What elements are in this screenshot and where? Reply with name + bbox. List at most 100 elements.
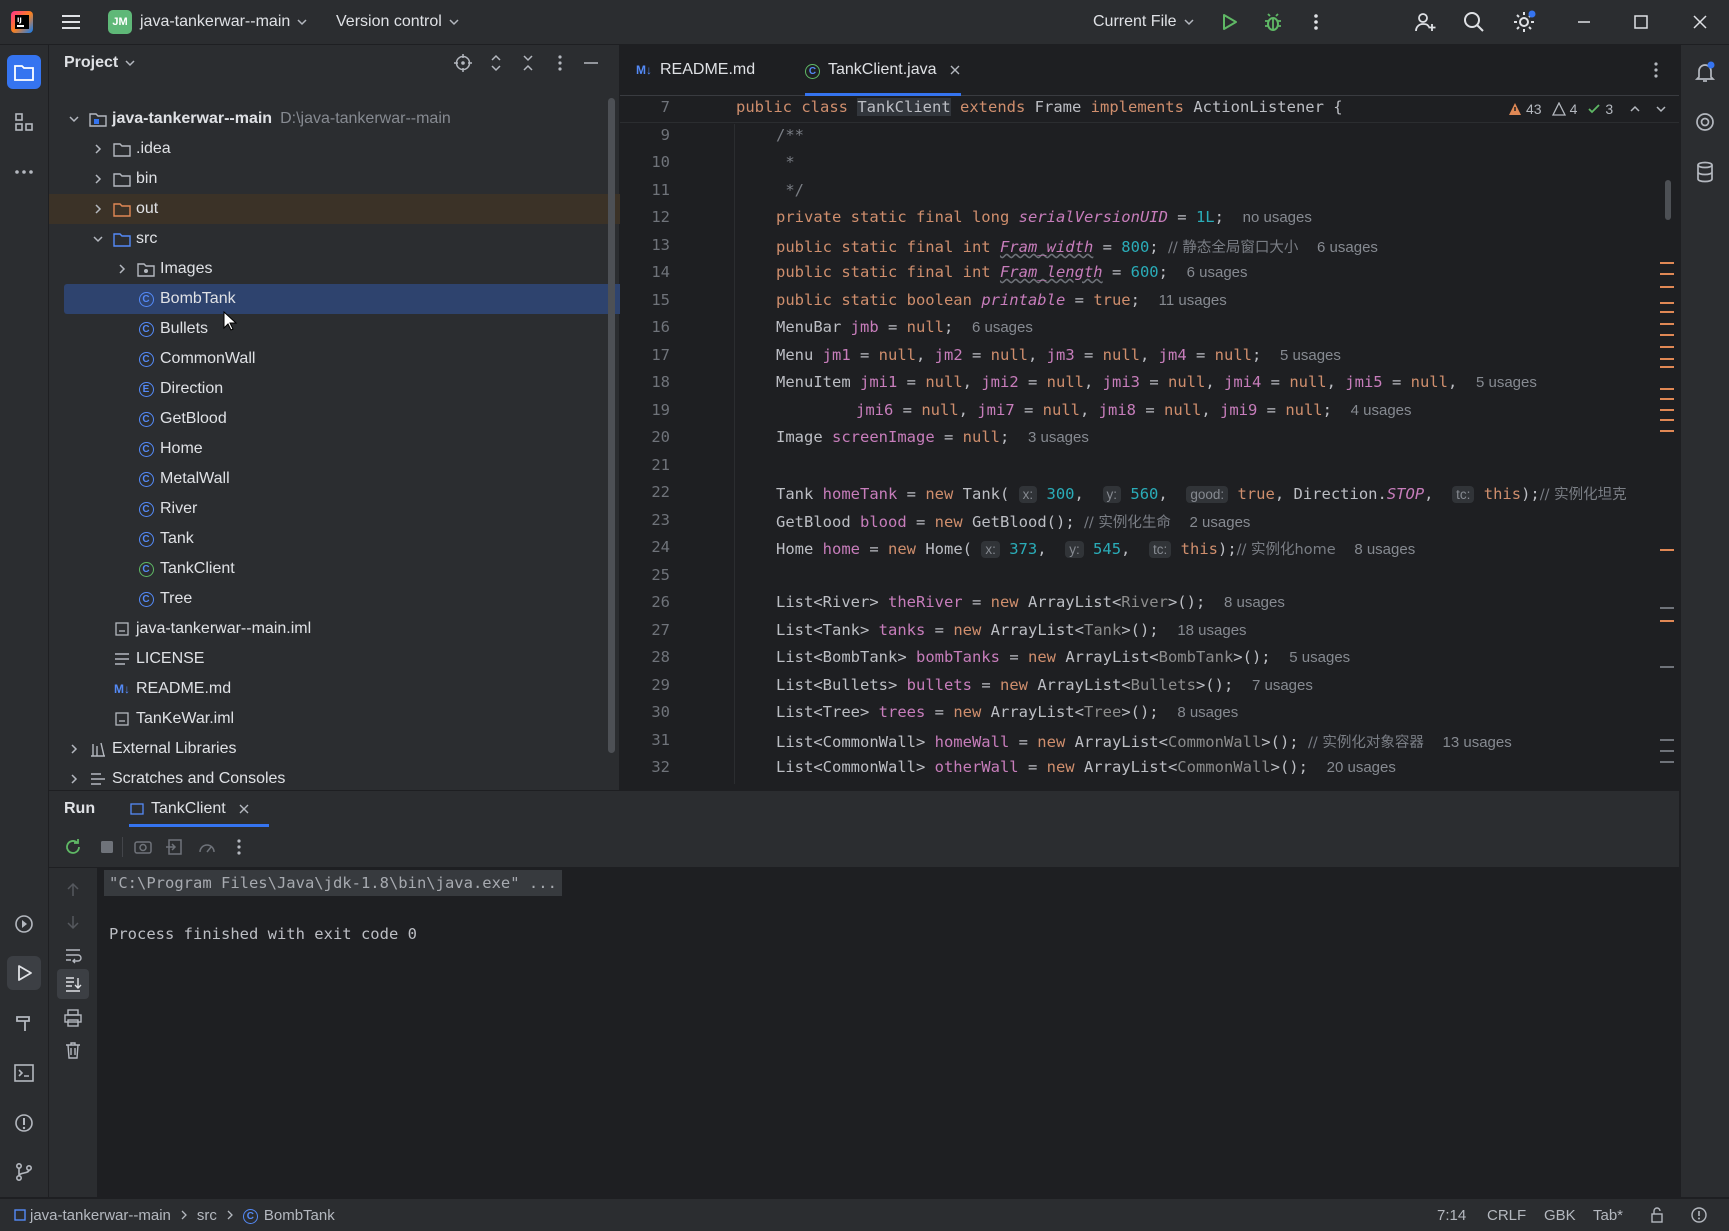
line-separator[interactable]: CRLF [1487, 1199, 1526, 1231]
caret-position[interactable]: 7:14 [1437, 1199, 1466, 1231]
tree-item-tankclient[interactable]: C TankClient [49, 554, 699, 584]
settings-gear-icon[interactable] [1511, 0, 1537, 44]
version-control-menu[interactable]: Version control [336, 0, 460, 44]
services-tool-icon[interactable] [7, 907, 41, 941]
expand-all-icon[interactable] [486, 53, 506, 73]
tree-item-home[interactable]: C Home [49, 434, 699, 464]
more-options-icon[interactable] [229, 837, 249, 857]
warning-stripe-mark[interactable] [1660, 323, 1674, 325]
tree-item-bullets[interactable]: C Bullets [49, 314, 699, 344]
run-tab-tankclient[interactable]: TankClient [129, 791, 250, 827]
terminal-tool-icon[interactable] [7, 1056, 41, 1090]
warning-stripe-mark[interactable] [1660, 302, 1674, 304]
warning-stripe-mark[interactable] [1660, 409, 1674, 411]
editor-vertical-scrollbar[interactable] [1665, 180, 1671, 220]
warning-stripe-mark[interactable] [1660, 262, 1674, 264]
chevron-down-icon[interactable] [65, 110, 83, 128]
tree-item-getblood[interactable]: C GetBlood [49, 404, 699, 434]
problems-tool-icon[interactable] [7, 1106, 41, 1140]
warning-stripe-mark[interactable] [1660, 549, 1674, 551]
git-branch-icon[interactable] [7, 1155, 41, 1189]
chevron-right-icon[interactable] [89, 140, 107, 158]
warning-stripe-mark[interactable] [1660, 286, 1674, 288]
warning-stripe-mark[interactable] [1660, 366, 1674, 368]
chevron-right-icon[interactable] [65, 740, 83, 758]
run-button[interactable] [1218, 0, 1240, 44]
console-command-line[interactable]: "C:\Program Files\Java\jdk-1.8\bin\java.… [104, 870, 562, 896]
stop-icon[interactable] [97, 837, 117, 857]
close-tab-icon[interactable] [949, 64, 961, 76]
locate-file-icon[interactable] [453, 53, 473, 73]
tree-item-external-libraries[interactable]: External Libraries [49, 734, 627, 764]
maximize-window-icon[interactable] [1631, 0, 1651, 44]
close-window-icon[interactable] [1690, 0, 1710, 44]
main-menu-icon[interactable] [58, 0, 84, 44]
search-icon[interactable] [1462, 0, 1486, 44]
soft-wrap-icon[interactable] [63, 945, 83, 965]
add-user-icon[interactable] [1413, 0, 1437, 44]
clear-trash-icon[interactable] [63, 1040, 83, 1060]
read-only-lock-icon[interactable] [1649, 1199, 1665, 1231]
close-tab-icon[interactable] [238, 803, 250, 815]
tree-item-out[interactable]: out [49, 194, 651, 224]
console-output[interactable]: "C:\Program Files\Java\jdk-1.8\bin\java.… [97, 868, 1679, 1197]
ai-assistant-icon[interactable] [1688, 105, 1722, 139]
tree-item-direction[interactable]: E Direction [49, 374, 699, 404]
more-tools-icon[interactable] [7, 155, 41, 189]
code-editor[interactable]: 7 public class TankClient extends Frame … [620, 96, 1679, 828]
app-logo-icon[interactable]: IJ [10, 0, 34, 44]
tree-item-iml[interactable]: java-tankerwar--main.iml [49, 614, 675, 644]
warning-stripe-mark[interactable] [1660, 358, 1674, 360]
info-stripe-mark[interactable] [1660, 761, 1674, 763]
notifications-bell-icon[interactable] [1688, 55, 1722, 89]
screenshot-camera-icon[interactable] [133, 837, 153, 857]
tree-item-readme[interactable]: M↓ README.md [49, 674, 675, 704]
tree-item-images[interactable]: Images [49, 254, 675, 284]
tab-tankclient[interactable]: C TankClient.java [805, 45, 961, 96]
warning-stripe-mark[interactable] [1660, 620, 1674, 622]
project-view-selector[interactable]: Project [64, 45, 136, 81]
chevron-down-icon[interactable] [89, 230, 107, 248]
project-switcher[interactable]: JM java-tankerwar--main [108, 0, 308, 44]
collapse-all-icon[interactable] [518, 53, 538, 73]
tree-root-project[interactable]: java-tankerwar--main D:\java-tankerwar--… [49, 104, 627, 134]
tree-item-license[interactable]: LICENSE [49, 644, 675, 674]
more-actions-icon[interactable] [1306, 0, 1326, 44]
tree-item-commonwall[interactable]: C CommonWall [49, 344, 699, 374]
chevron-right-icon[interactable] [65, 770, 83, 788]
profiler-icon[interactable] [197, 837, 217, 857]
warning-stripe-mark[interactable] [1660, 346, 1674, 348]
tree-item-idea[interactable]: .idea [49, 134, 651, 164]
print-icon[interactable] [63, 1008, 83, 1028]
indent-setting[interactable]: Tab* [1593, 1199, 1623, 1231]
inspection-widget[interactable]: 43 4 3 [1508, 98, 1667, 120]
scroll-up-icon[interactable] [63, 880, 83, 900]
run-config-selector[interactable]: Current File [1093, 0, 1195, 44]
minimize-window-icon[interactable] [1574, 0, 1594, 44]
breadcrumb-class[interactable]: BombTank [264, 1207, 335, 1224]
tree-item-river[interactable]: C River [49, 494, 699, 524]
hide-panel-icon[interactable] [581, 53, 601, 73]
warning-stripe-mark[interactable] [1660, 398, 1674, 400]
next-highlight-icon[interactable] [1655, 103, 1667, 115]
chevron-right-icon[interactable] [89, 170, 107, 188]
rerun-icon[interactable] [63, 837, 83, 857]
tab-options-icon[interactable] [1646, 60, 1666, 80]
run-tool-icon[interactable] [7, 956, 41, 990]
warning-stripe-mark[interactable] [1660, 430, 1674, 432]
database-icon[interactable] [1688, 155, 1722, 189]
tree-item-metalwall[interactable]: C MetalWall [49, 464, 699, 494]
chevron-right-icon[interactable] [113, 260, 131, 278]
info-stripe-mark[interactable] [1660, 750, 1674, 752]
options-menu-icon[interactable] [550, 53, 570, 73]
project-scrollbar[interactable] [608, 98, 615, 753]
event-log-icon[interactable] [1690, 1199, 1708, 1231]
warning-stripe-mark[interactable] [1660, 311, 1674, 313]
chevron-right-icon[interactable] [89, 200, 107, 218]
tree-item-scratches[interactable]: Scratches and Consoles [49, 764, 627, 794]
info-stripe-mark[interactable] [1660, 607, 1674, 609]
previous-highlight-icon[interactable] [1629, 103, 1641, 115]
warning-stripe-mark[interactable] [1660, 419, 1674, 421]
tree-item-tree[interactable]: C Tree [49, 584, 699, 614]
export-icon[interactable] [165, 837, 185, 857]
